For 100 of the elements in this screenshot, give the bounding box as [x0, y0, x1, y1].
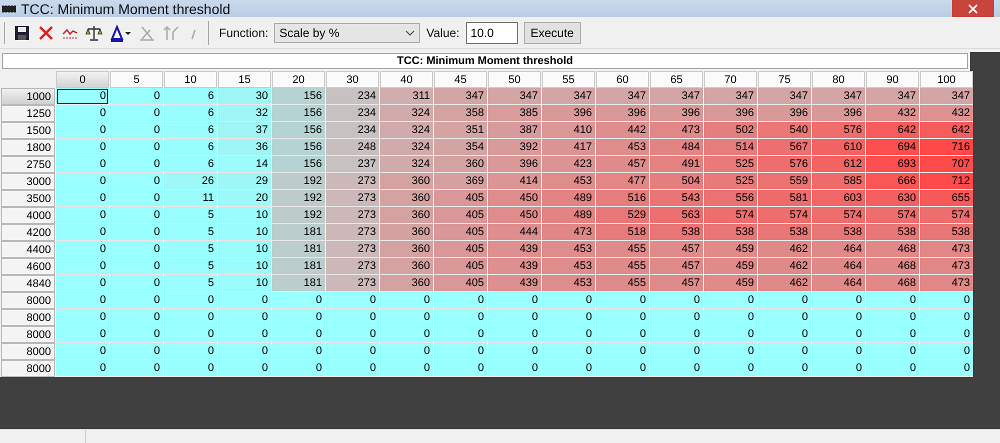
table-cell[interactable]: 0: [650, 326, 703, 343]
table-cell[interactable]: 0: [866, 292, 919, 309]
table-cell[interactable]: 0: [272, 309, 325, 326]
table-cell[interactable]: 694: [866, 139, 919, 156]
table-cell[interactable]: 464: [812, 241, 865, 258]
table-cell[interactable]: 237: [326, 156, 379, 173]
table-cell[interactable]: 525: [704, 173, 757, 190]
table-cell[interactable]: 574: [758, 207, 811, 224]
table-cell[interactable]: 0: [110, 156, 163, 173]
table-cell[interactable]: 504: [650, 173, 703, 190]
column-header[interactable]: 60: [596, 71, 649, 88]
table-cell[interactable]: 516: [596, 190, 649, 207]
table-cell[interactable]: 0: [596, 326, 649, 343]
table-cell[interactable]: 29: [218, 173, 271, 190]
table-cell[interactable]: 439: [488, 241, 541, 258]
table-cell[interactable]: 457: [596, 156, 649, 173]
table-cell[interactable]: 192: [272, 173, 325, 190]
table-cell[interactable]: 0: [56, 190, 109, 207]
table-cell[interactable]: 0: [272, 360, 325, 377]
table-cell[interactable]: 0: [110, 360, 163, 377]
table-cell[interactable]: 576: [758, 156, 811, 173]
table-cell[interactable]: 455: [596, 258, 649, 275]
column-header[interactable]: 55: [542, 71, 595, 88]
column-header[interactable]: 40: [380, 71, 433, 88]
table-cell[interactable]: 396: [704, 105, 757, 122]
table-cell[interactable]: 538: [920, 224, 973, 241]
table-cell[interactable]: 462: [758, 258, 811, 275]
table-cell[interactable]: 5: [164, 241, 217, 258]
column-header[interactable]: 75: [758, 71, 811, 88]
table-cell[interactable]: 563: [650, 207, 703, 224]
table-cell[interactable]: 0: [596, 360, 649, 377]
table-cell[interactable]: 5: [164, 258, 217, 275]
table-cell[interactable]: 581: [758, 190, 811, 207]
row-header[interactable]: 4000: [1, 207, 55, 224]
table-cell[interactable]: 468: [866, 258, 919, 275]
table-cell[interactable]: 32: [218, 105, 271, 122]
table-cell[interactable]: 693: [866, 156, 919, 173]
table-cell[interactable]: 0: [812, 326, 865, 343]
table-cell[interactable]: 455: [596, 275, 649, 292]
column-header[interactable]: 65: [650, 71, 703, 88]
table-cell[interactable]: 444: [488, 224, 541, 241]
table-cell[interactable]: 666: [866, 173, 919, 190]
table-cell[interactable]: 610: [812, 139, 865, 156]
table-cell[interactable]: 473: [920, 241, 973, 258]
table-cell[interactable]: 0: [704, 360, 757, 377]
table-cell[interactable]: 0: [110, 207, 163, 224]
table-cell[interactable]: 0: [380, 360, 433, 377]
table-cell[interactable]: 347: [866, 88, 919, 105]
function-dropdown[interactable]: Scale by %: [274, 22, 420, 42]
table-cell[interactable]: 0: [164, 292, 217, 309]
table-cell[interactable]: 358: [434, 105, 487, 122]
table-cell[interactable]: 473: [920, 258, 973, 275]
table-cell[interactable]: 453: [542, 275, 595, 292]
table-cell[interactable]: 525: [704, 156, 757, 173]
table-cell[interactable]: 347: [434, 88, 487, 105]
table-cell[interactable]: 0: [866, 360, 919, 377]
table-cell[interactable]: 518: [596, 224, 649, 241]
table-cell[interactable]: 0: [596, 309, 649, 326]
table-cell[interactable]: 0: [434, 326, 487, 343]
table-cell[interactable]: 405: [434, 190, 487, 207]
table-cell[interactable]: 37: [218, 122, 271, 139]
table-cell[interactable]: 462: [758, 275, 811, 292]
table-cell[interactable]: 453: [542, 173, 595, 190]
table-cell[interactable]: 0: [488, 292, 541, 309]
table-cell[interactable]: 156: [272, 122, 325, 139]
table-cell[interactable]: 0: [650, 343, 703, 360]
delta-icon[interactable]: [109, 24, 132, 42]
table-cell[interactable]: 273: [326, 241, 379, 258]
table-cell[interactable]: 556: [704, 190, 757, 207]
table-cell[interactable]: 0: [758, 309, 811, 326]
table-cell[interactable]: 369: [434, 173, 487, 190]
column-header[interactable]: 70: [704, 71, 757, 88]
table-cell[interactable]: 0: [488, 309, 541, 326]
table-cell[interactable]: 457: [650, 241, 703, 258]
table-cell[interactable]: 0: [596, 292, 649, 309]
table-cell[interactable]: 0: [56, 139, 109, 156]
table-cell[interactable]: 10: [218, 207, 271, 224]
table-cell[interactable]: 450: [488, 207, 541, 224]
table-cell[interactable]: 0: [488, 343, 541, 360]
table-cell[interactable]: 273: [326, 275, 379, 292]
table-cell[interactable]: 0: [110, 241, 163, 258]
table-cell[interactable]: 574: [866, 207, 919, 224]
table-cell[interactable]: 439: [488, 275, 541, 292]
table-cell[interactable]: 0: [326, 292, 379, 309]
table-cell[interactable]: 273: [326, 190, 379, 207]
table-cell[interactable]: 0: [272, 326, 325, 343]
table-cell[interactable]: 540: [758, 122, 811, 139]
table-cell[interactable]: 181: [272, 275, 325, 292]
table-cell[interactable]: 576: [812, 122, 865, 139]
table-cell[interactable]: 0: [866, 343, 919, 360]
table-cell[interactable]: 585: [812, 173, 865, 190]
column-header[interactable]: 20: [272, 71, 325, 88]
table-cell[interactable]: 567: [758, 139, 811, 156]
table-cell[interactable]: 347: [542, 88, 595, 105]
table-cell[interactable]: 0: [218, 292, 271, 309]
column-header[interactable]: 80: [812, 71, 865, 88]
table-cell[interactable]: 0: [758, 292, 811, 309]
table-cell[interactable]: 6: [164, 105, 217, 122]
table-cell[interactable]: 0: [110, 343, 163, 360]
table-cell[interactable]: 457: [650, 275, 703, 292]
